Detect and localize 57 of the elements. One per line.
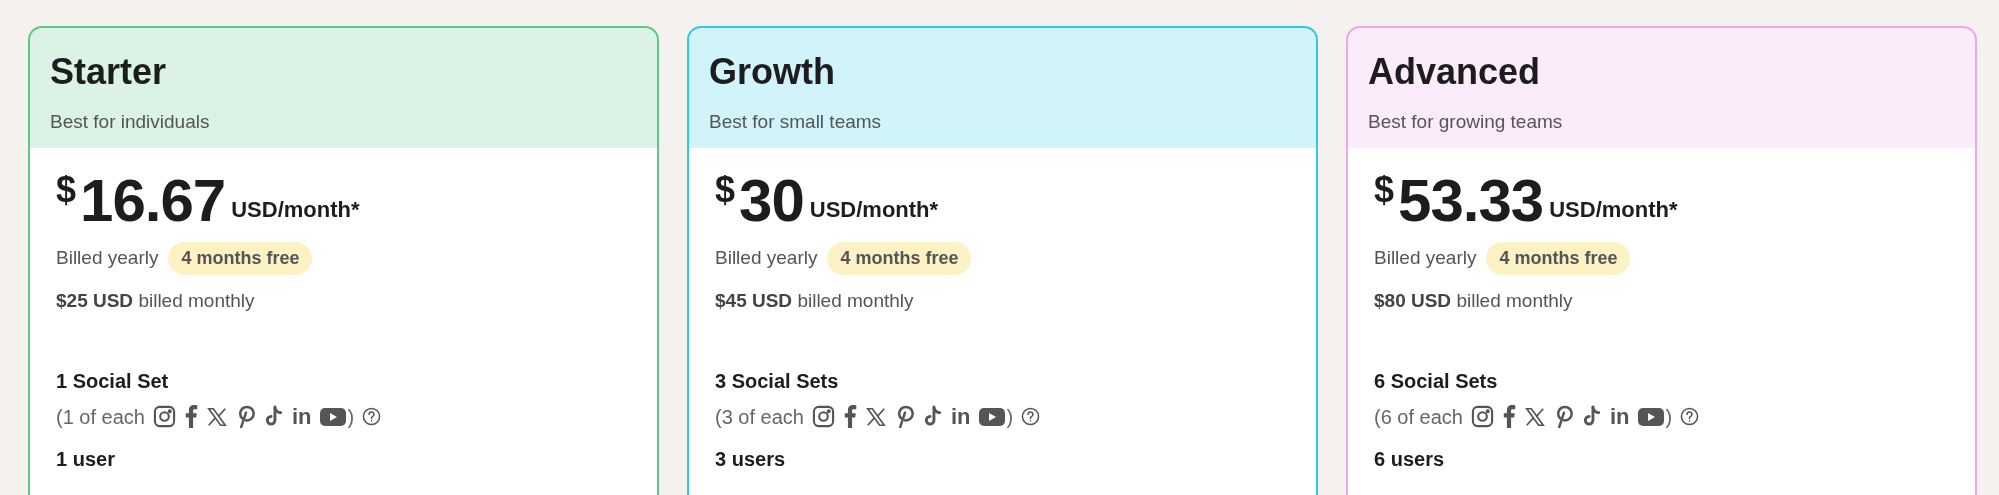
linkedin-label: in bbox=[291, 405, 312, 428]
discount-badge: 4 months free bbox=[1486, 242, 1631, 275]
users-text: 6 users bbox=[1374, 446, 1445, 472]
plan-title: Starter bbox=[50, 50, 167, 94]
help-icon[interactable] bbox=[362, 407, 382, 426]
price-unit: USD/month* bbox=[809, 196, 939, 224]
discount-badge: 4 months free bbox=[168, 242, 313, 275]
help-icon[interactable] bbox=[1680, 407, 1700, 426]
users-text: 3 users bbox=[715, 446, 786, 472]
currency-symbol: $ bbox=[1374, 170, 1395, 210]
social-sets-text: 6 Social Sets bbox=[1374, 368, 1498, 394]
play-icon bbox=[319, 406, 346, 427]
plan-title: Advanced bbox=[1368, 50, 1541, 94]
x-icon bbox=[205, 405, 228, 428]
music-note-icon bbox=[263, 405, 284, 428]
each-network-text: (6 of each bbox=[1374, 404, 1463, 430]
plan-tagline: Best for growing teams bbox=[1368, 110, 1563, 134]
price-unit: USD/month* bbox=[231, 196, 360, 224]
closing-parenthesis: ) bbox=[347, 404, 355, 430]
camera-icon bbox=[1470, 405, 1494, 428]
monthly-price-text: $80 USD billed monthly bbox=[1374, 289, 1573, 313]
discount-badge: 4 months free bbox=[827, 242, 972, 275]
monthly-price-text: $25 USD billed monthly bbox=[56, 289, 255, 313]
f-letter-icon bbox=[1501, 405, 1516, 428]
billing-text: Billed yearly bbox=[1374, 246, 1477, 271]
price-amount: 16.67 bbox=[80, 170, 226, 232]
linkedin-label: in bbox=[950, 405, 971, 428]
f-letter-icon bbox=[842, 405, 857, 428]
billing-text: Billed yearly bbox=[715, 246, 818, 271]
camera-icon bbox=[152, 405, 176, 428]
linkedin-label: in bbox=[1609, 405, 1630, 428]
each-network-text: (1 of each bbox=[56, 404, 145, 430]
monthly-price-text: $45 USD billed monthly bbox=[715, 289, 914, 313]
each-network-text: (3 of each bbox=[715, 404, 804, 430]
price-amount: 30 bbox=[739, 170, 804, 232]
plan-title: Growth bbox=[709, 50, 835, 94]
price-unit: USD/month* bbox=[1549, 196, 1678, 224]
billing-text: Billed yearly bbox=[56, 246, 159, 271]
x-icon bbox=[1523, 405, 1546, 428]
currency-symbol: $ bbox=[56, 170, 77, 210]
help-icon[interactable] bbox=[1021, 407, 1041, 426]
play-icon bbox=[1637, 406, 1664, 427]
users-text: 1 user bbox=[56, 446, 115, 472]
music-note-icon bbox=[1581, 405, 1602, 428]
social-sets-text: 1 Social Set bbox=[56, 368, 169, 394]
camera-icon bbox=[811, 405, 835, 428]
plan-tagline: Best for individuals bbox=[50, 110, 210, 134]
closing-parenthesis: ) bbox=[1665, 404, 1673, 430]
f-letter-icon bbox=[183, 405, 198, 428]
play-icon bbox=[978, 406, 1005, 427]
closing-parenthesis: ) bbox=[1006, 404, 1014, 430]
music-note-icon bbox=[922, 405, 943, 428]
x-icon bbox=[864, 405, 887, 428]
price-amount: 53.33 bbox=[1398, 170, 1544, 232]
currency-symbol: $ bbox=[715, 170, 736, 210]
social-sets-text: 3 Social Sets bbox=[715, 368, 839, 394]
plan-tagline: Best for small teams bbox=[709, 110, 882, 134]
